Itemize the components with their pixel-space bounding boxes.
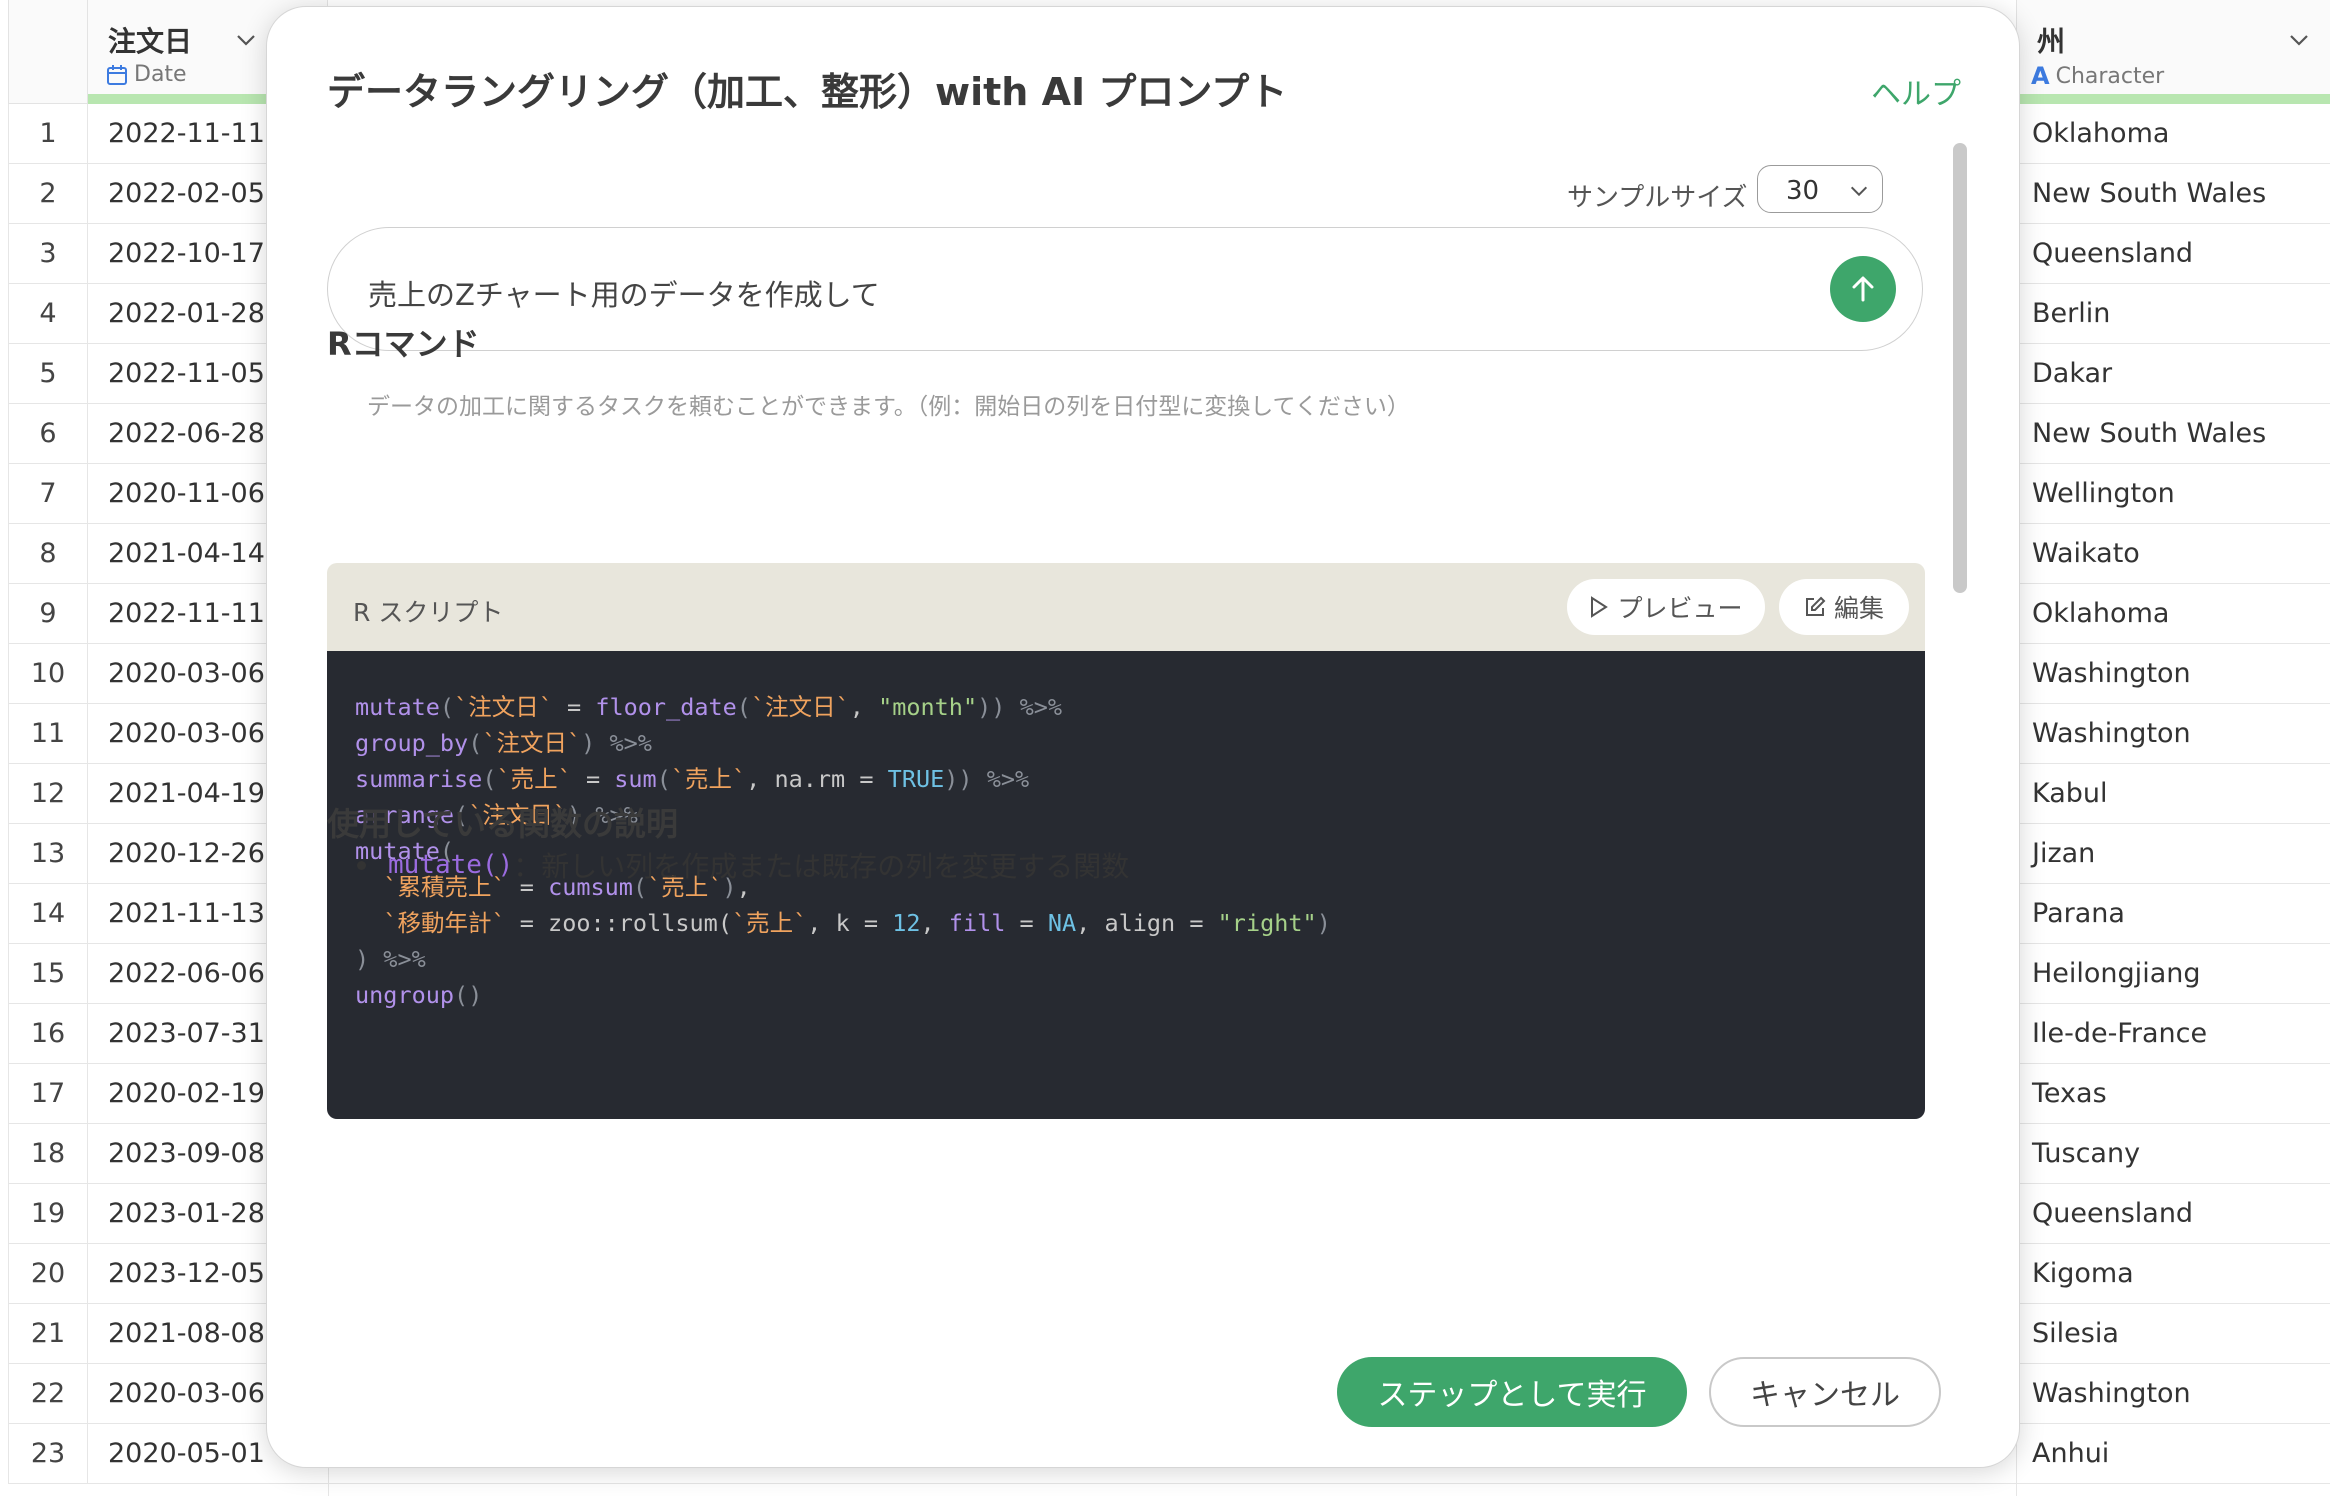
edit-icon: [1805, 596, 1826, 616]
run-as-step-button[interactable]: ステップとして実行: [1337, 1357, 1687, 1427]
function-list-item: mutate() ：新しい列を作成または既存の列を変更する関数: [357, 845, 1129, 885]
play-icon: [1591, 596, 1609, 618]
function-name: mutate(): [388, 850, 514, 880]
scrollbar-thumb[interactable]: [1953, 143, 1967, 593]
help-link[interactable]: ヘルプ: [1871, 69, 1961, 113]
send-button[interactable]: [1830, 256, 1896, 322]
r-script-header: R スクリプト プレビュー 編集: [327, 563, 1925, 651]
arrow-up-icon: [1852, 276, 1874, 302]
sample-size-label: サンプルサイズ: [1567, 183, 1748, 213]
ai-prompt-dialog: データラングリング（加工、整形）with AI プロンプト ヘルプ サンプルサイ…: [266, 6, 2020, 1468]
prompt-input[interactable]: 売上のZチャート用のデータを作成して: [327, 227, 1923, 351]
r-script-label: R スクリプト: [353, 598, 504, 627]
cancel-button[interactable]: キャンセル: [1709, 1357, 1941, 1427]
edit-button[interactable]: 編集: [1779, 579, 1909, 635]
bullet: [357, 860, 366, 870]
chevron-down-icon: [1850, 186, 1868, 197]
dialog-scroll-area[interactable]: サンプルサイズ 30 売上のZチャート用のデータを作成して データの加工に関する…: [267, 135, 2019, 1315]
r-command-title: Rコマンド: [327, 325, 480, 363]
r-script-code[interactable]: mutate(`注文日` = floor_date(`注文日`, "month"…: [327, 651, 1925, 1119]
sample-size-select[interactable]: 30: [1757, 165, 1883, 213]
dialog-title: データラングリング（加工、整形）with AI プロンプト: [327, 70, 1288, 114]
prompt-input-value: 売上のZチャート用のデータを作成して: [368, 278, 880, 312]
function-description: ：新しい列を作成または既存の列を変更する関数: [513, 850, 1130, 883]
preview-button[interactable]: プレビュー: [1567, 579, 1765, 635]
functions-title: 使用している関数の説明: [327, 805, 679, 843]
prompt-hint: データの加工に関するタスクを頼むことができます。（例：開始日の列を日付型に変換し…: [367, 394, 1410, 420]
